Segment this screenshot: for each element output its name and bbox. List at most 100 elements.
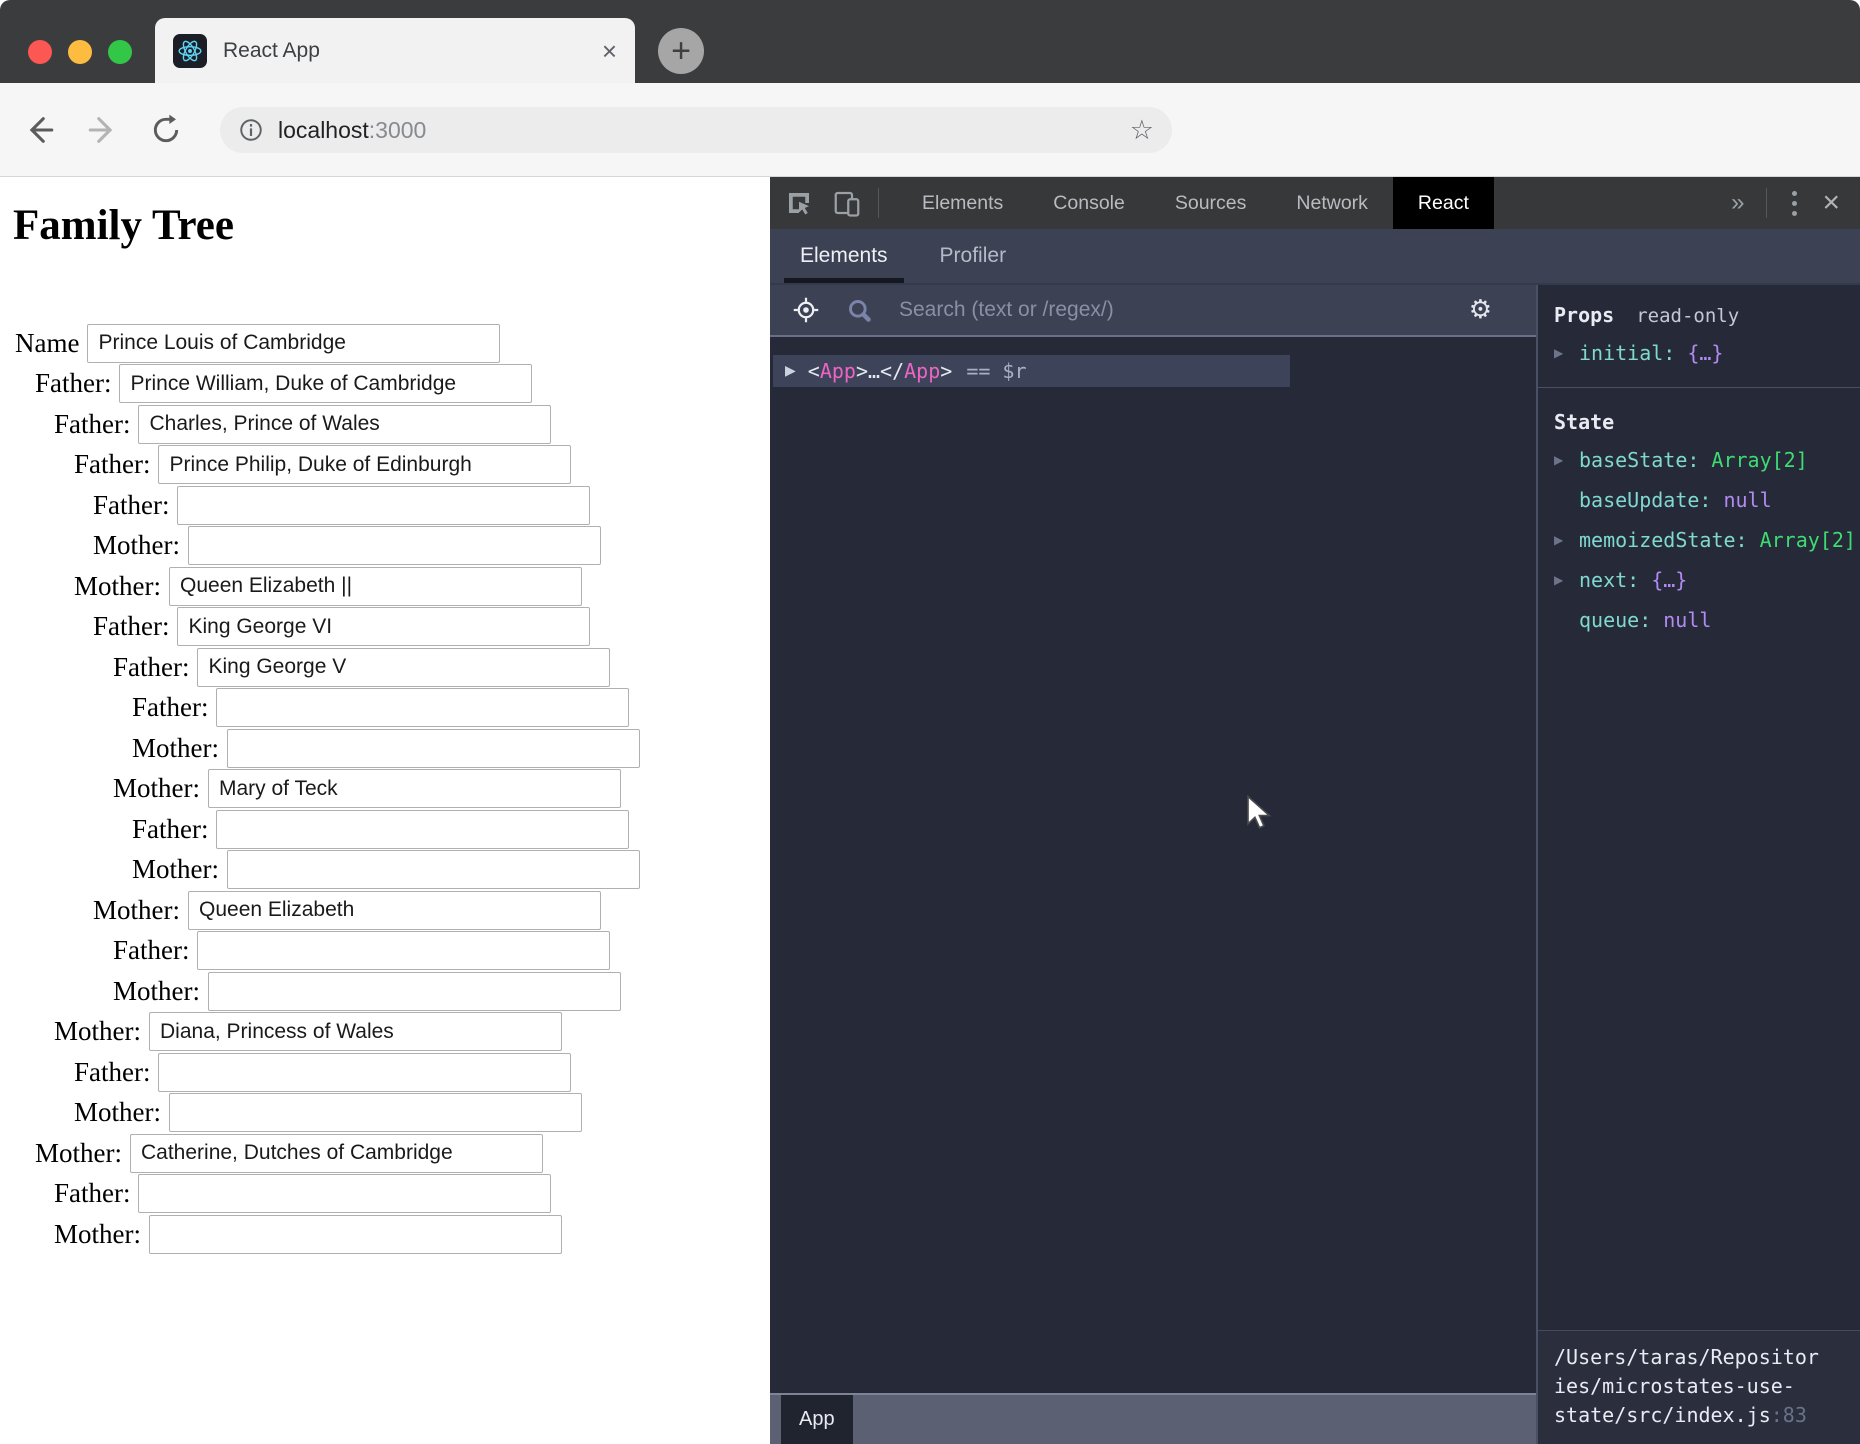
relation-label: Father:: [93, 611, 169, 642]
devtools-close-icon[interactable]: ×: [1822, 188, 1840, 218]
console-reference: == $r: [966, 359, 1026, 383]
browser-tab-strip: React App × +: [0, 0, 1860, 83]
person-name-input[interactable]: [138, 405, 551, 444]
state-entry[interactable]: ▶ baseState: Array[2]: [1554, 446, 1860, 474]
devtools-tab[interactable]: Console: [1028, 177, 1150, 229]
react-subtab[interactable]: Elements: [800, 229, 888, 283]
breadcrumb-bar: App: [770, 1393, 1536, 1444]
person-name-input[interactable]: [208, 769, 621, 808]
devtools-tab[interactable]: Elements: [897, 177, 1028, 229]
minimize-window-button[interactable]: [68, 40, 92, 64]
search-input[interactable]: [899, 298, 1443, 322]
relation-label: Mother:: [93, 895, 180, 926]
url-port: :3000: [369, 117, 427, 143]
person-name-input[interactable]: [169, 567, 582, 606]
person-name-input[interactable]: [130, 1134, 543, 1173]
search-icon: [846, 297, 873, 324]
person-name-input[interactable]: [158, 1053, 571, 1092]
state-header: State: [1554, 410, 1614, 434]
settings-gear-icon[interactable]: ⚙: [1469, 297, 1492, 323]
devtools-tab[interactable]: React: [1393, 177, 1494, 229]
relation-label: Mother:: [74, 571, 161, 602]
state-entry[interactable]: ▶ memoizedState: Array[2]: [1554, 526, 1860, 554]
person-name-input[interactable]: [197, 931, 610, 970]
devtools-tab[interactable]: Sources: [1150, 177, 1272, 229]
site-info-icon[interactable]: [238, 117, 264, 143]
back-button[interactable]: [22, 113, 56, 147]
person-name-input[interactable]: [119, 364, 532, 403]
state-value: null: [1723, 488, 1771, 512]
relation-label: Father:: [113, 935, 189, 966]
state-entry[interactable]: ▶ next: {…}: [1554, 566, 1860, 594]
expand-triangle-icon[interactable]: ▶: [785, 363, 796, 379]
relation-label: Father:: [35, 368, 111, 399]
state-key: baseState:: [1579, 448, 1699, 472]
person-name-input[interactable]: [227, 850, 640, 889]
state-entry[interactable]: ▶ queue: null: [1554, 606, 1860, 634]
person-name-input[interactable]: [87, 324, 500, 363]
person-name-input[interactable]: [188, 526, 601, 565]
person-name-input[interactable]: [197, 648, 610, 687]
reload-button[interactable]: [150, 114, 182, 146]
more-tabs-chevron-icon[interactable]: »: [1731, 189, 1744, 217]
bookmark-star-icon[interactable]: ☆: [1130, 117, 1154, 144]
relation-label: Mother:: [74, 1097, 161, 1128]
device-toolbar-icon[interactable]: [832, 188, 862, 218]
address-bar[interactable]: localhost:3000 ☆: [220, 107, 1172, 153]
person-name-input[interactable]: [169, 1093, 582, 1132]
relation-label: Name: [15, 328, 79, 359]
form-row: Mother:: [0, 850, 770, 891]
person-name-input[interactable]: [158, 445, 571, 484]
person-name-input[interactable]: [216, 688, 629, 727]
new-tab-button[interactable]: +: [658, 28, 704, 74]
devtools-tab[interactable]: Network: [1271, 177, 1393, 229]
relation-label: Father:: [74, 449, 150, 480]
form-row: Mother:: [0, 1012, 770, 1053]
expand-triangle-icon[interactable]: ▶: [1554, 573, 1570, 587]
expand-triangle-icon[interactable]: ▶: [1554, 346, 1570, 360]
person-name-input[interactable]: [177, 486, 590, 525]
inspect-element-icon[interactable]: [784, 188, 814, 218]
person-name-input[interactable]: [188, 891, 601, 930]
mouse-cursor: [1245, 795, 1275, 831]
devtools-tab-bar: Elements Console Sources Network React: [770, 177, 1860, 229]
locate-component-icon[interactable]: [792, 296, 820, 324]
state-entry[interactable]: ▶ baseUpdate: null: [1554, 486, 1860, 514]
forward-button[interactable]: [86, 113, 120, 147]
person-name-input[interactable]: [208, 972, 621, 1011]
source-path-line: ies/microstates-use-: [1554, 1372, 1858, 1401]
relation-label: Mother:: [132, 854, 219, 885]
form-row: Mother:: [0, 890, 770, 931]
tab-close-icon[interactable]: ×: [602, 38, 617, 64]
person-name-input[interactable]: [138, 1174, 551, 1213]
form-row: Father:: [0, 1052, 770, 1093]
state-value: Array[2]: [1760, 528, 1856, 552]
state-value: {…}: [1651, 568, 1687, 592]
form-row: Mother:: [0, 728, 770, 769]
component-tree: ▶ <App>…</App> == $r: [770, 339, 1536, 1393]
relation-label: Father:: [113, 652, 189, 683]
prop-key: initial:: [1579, 341, 1675, 365]
person-name-input[interactable]: [227, 729, 640, 768]
component-source-path: /Users/taras/Repositor ies/microstates-u…: [1538, 1330, 1860, 1444]
prop-entry[interactable]: ▶ initial: {…}: [1554, 339, 1860, 367]
expand-triangle-icon[interactable]: ▶: [1554, 453, 1570, 467]
person-name-input[interactable]: [216, 810, 629, 849]
breadcrumb-item[interactable]: App: [781, 1395, 853, 1444]
state-key: next:: [1579, 568, 1639, 592]
person-name-input[interactable]: [149, 1012, 562, 1051]
close-window-button[interactable]: [28, 40, 52, 64]
state-section: State ▶ baseState: Array[2] ▶ baseUpdate…: [1538, 388, 1860, 634]
react-subtab[interactable]: Profiler: [940, 229, 1007, 283]
devtools-menu-icon[interactable]: [1789, 188, 1800, 219]
person-name-input[interactable]: [149, 1215, 562, 1254]
browser-tab[interactable]: React App ×: [155, 18, 635, 83]
form-row: Father:: [0, 364, 770, 405]
selected-component-row[interactable]: ▶ <App>…</App> == $r: [773, 355, 1290, 387]
relation-label: Father:: [132, 814, 208, 845]
person-name-input[interactable]: [177, 607, 590, 646]
relation-label: Father:: [132, 692, 208, 723]
expand-triangle-icon[interactable]: ▶: [1554, 533, 1570, 547]
url-text[interactable]: localhost:3000: [278, 117, 1130, 144]
zoom-window-button[interactable]: [108, 40, 132, 64]
